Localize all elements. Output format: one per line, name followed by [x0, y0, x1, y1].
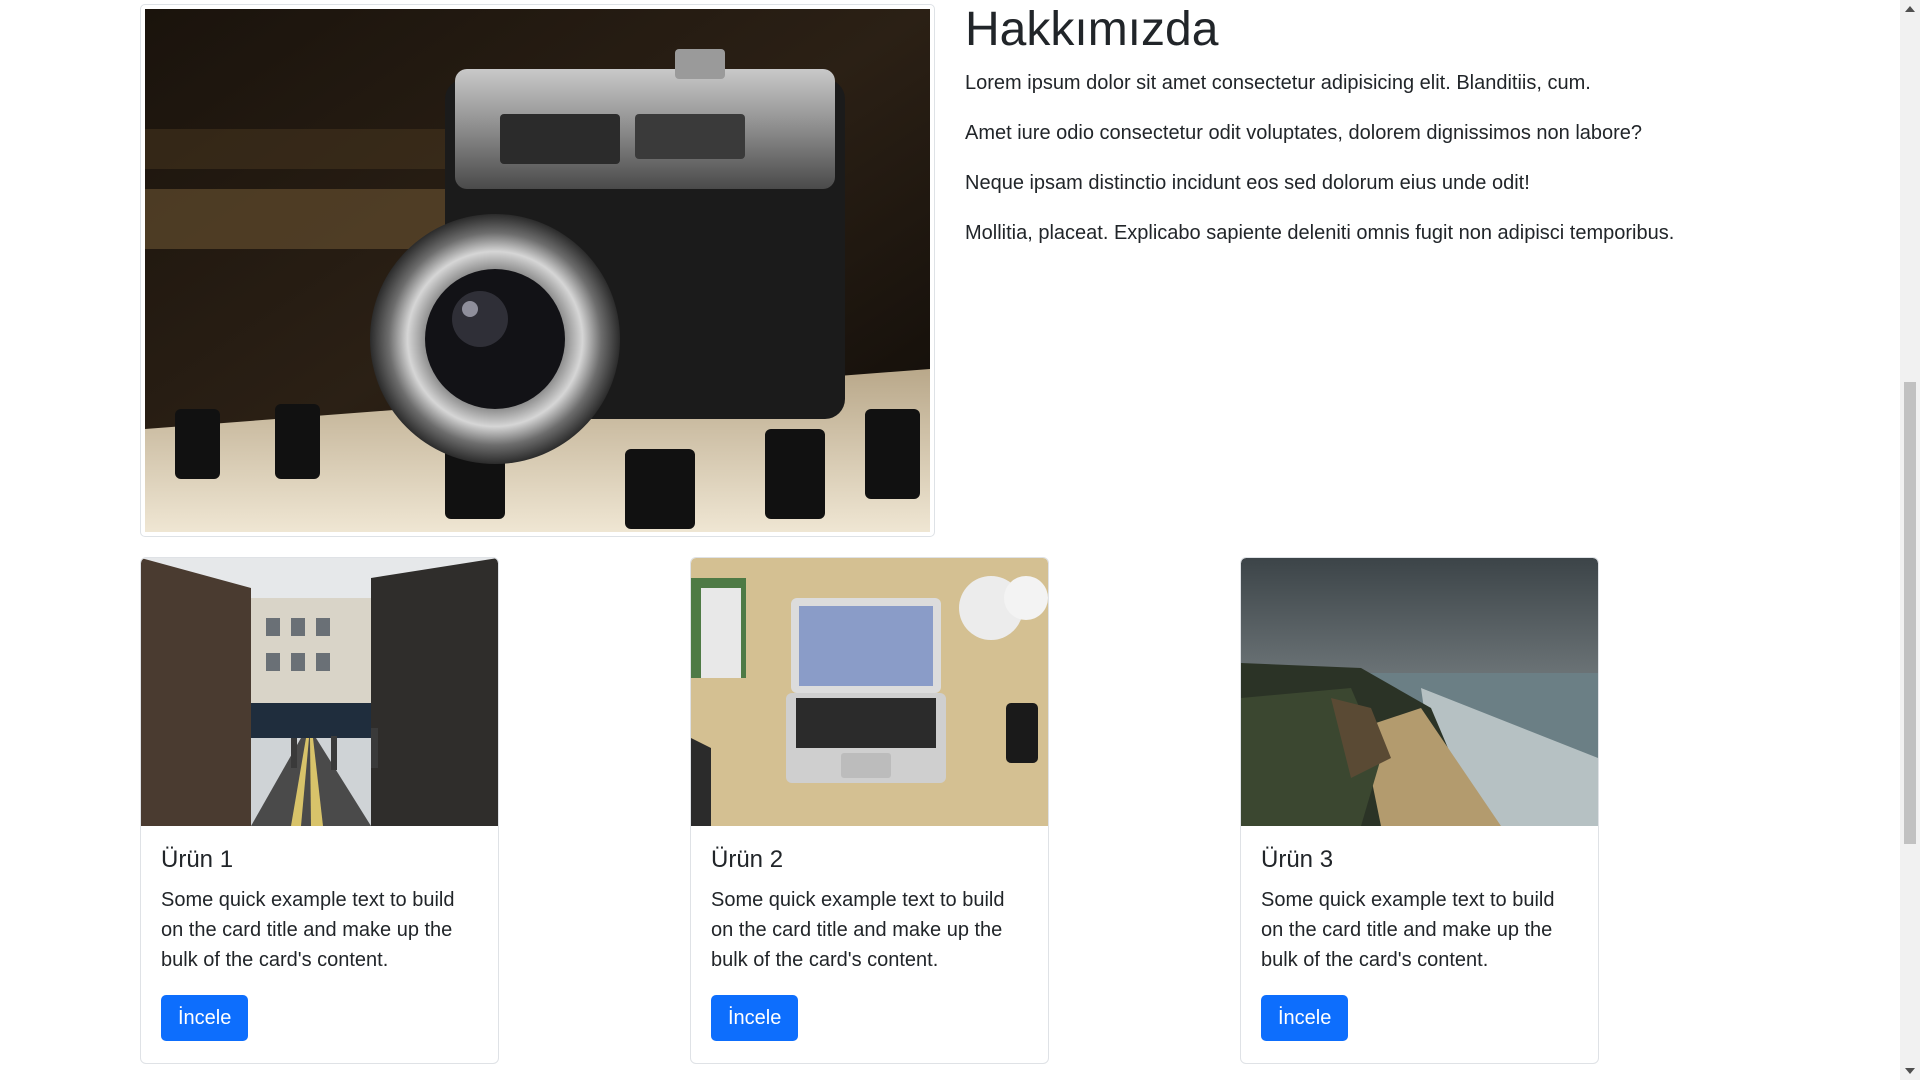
about-paragraph-2: Amet iure odio consectetur odit voluptat… — [965, 122, 1643, 145]
scroll-down-arrow-icon[interactable] — [1900, 1062, 1920, 1080]
inspect-button[interactable]: İncele — [1261, 994, 1349, 1041]
coast-photo — [1241, 558, 1598, 826]
scroll-up-arrow-icon[interactable] — [1900, 0, 1920, 18]
laptop-desk-photo — [691, 558, 1048, 826]
product-title: Ürün 2 — [711, 846, 784, 873]
product-title: Ürün 1 — [161, 846, 234, 873]
scrollbar-thumb[interactable] — [1904, 382, 1916, 844]
product-card-1: Ürün 1 Some quick example text to build … — [140, 557, 499, 1064]
about-title: Hakkımızda — [965, 3, 1219, 56]
inspect-button[interactable]: İncele — [711, 994, 799, 1041]
product-text: Some quick example text to build on the … — [1261, 888, 1555, 971]
inspect-button[interactable]: İncele — [161, 994, 249, 1041]
product-title: Ürün 3 — [1261, 846, 1334, 873]
about-section: Hakkımızda Lorem ipsum dolor sit amet co… — [965, 2, 1825, 269]
product-card-2: Ürün 2 Some quick example text to build … — [690, 557, 1049, 1064]
about-image-frame — [140, 4, 935, 537]
about-paragraph-1: Lorem ipsum dolor sit amet consectetur a… — [965, 72, 1591, 95]
about-paragraph-4: Mollitia, placeat. Explicabo sapiente de… — [965, 222, 1675, 245]
product-card-3: Ürün 3 Some quick example text to build … — [1240, 557, 1599, 1064]
product-text: Some quick example text to build on the … — [711, 888, 1005, 971]
vertical-scrollbar[interactable] — [1900, 0, 1920, 1080]
product-text: Some quick example text to build on the … — [161, 888, 455, 971]
page: Hakkımızda Lorem ipsum dolor sit amet co… — [0, 0, 1920, 1080]
street-photo — [141, 558, 498, 826]
about-paragraph-3: Neque ipsam distinctio incidunt eos sed … — [965, 172, 1530, 195]
camera-photo — [145, 9, 930, 532]
